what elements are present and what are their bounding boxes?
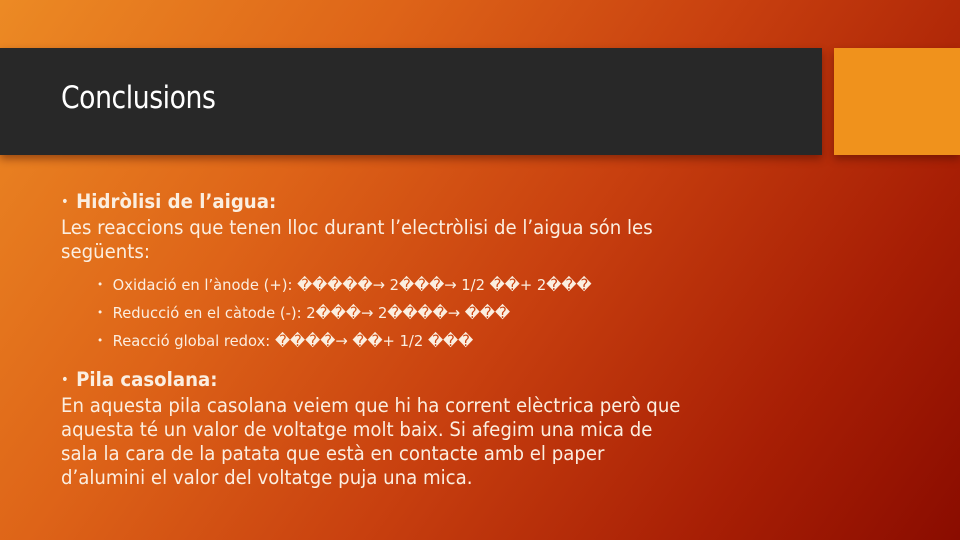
bullet-icon: • xyxy=(61,194,69,210)
reaction-oxidation: • Oxidació en l’ànode (+): �����→ 2���→ 1… xyxy=(97,276,592,294)
body-line: Les reaccions que tenen lloc durant l’el… xyxy=(61,216,653,239)
bullet-icon: • xyxy=(97,278,104,291)
slide-title: Conclusions xyxy=(61,80,216,116)
bullet-icon: • xyxy=(97,306,104,319)
bullet-icon: • xyxy=(97,334,104,347)
reaction-list: • Oxidació en l’ànode (+): �����→ 2���→ 1… xyxy=(97,272,821,356)
body-line: sala la cara de la patata que està en co… xyxy=(61,442,605,465)
bullet-icon: • xyxy=(61,372,69,388)
section-heading-pila: • Pila casolana: xyxy=(61,368,218,391)
body-line: següents: xyxy=(61,240,150,263)
body-line: En aquesta pila casolana veiem que hi ha… xyxy=(61,394,681,417)
reaction-reduction: • Reducció en el càtode (-): 2���→ 2����→… xyxy=(97,304,511,322)
body-line: aquesta té un valor de voltatge molt bai… xyxy=(61,418,653,441)
body-line: d’alumini el valor del voltatge puja una… xyxy=(61,466,473,489)
slide-content: • Hidròlisi de l’aigua: Les reaccions que… xyxy=(61,190,821,490)
section-heading-hidrolisi: • Hidròlisi de l’aigua: xyxy=(61,190,277,213)
accent-box xyxy=(834,48,960,155)
reaction-global: • Reacció global redox: ����→ ��+ 1/2 ��� xyxy=(97,332,474,350)
